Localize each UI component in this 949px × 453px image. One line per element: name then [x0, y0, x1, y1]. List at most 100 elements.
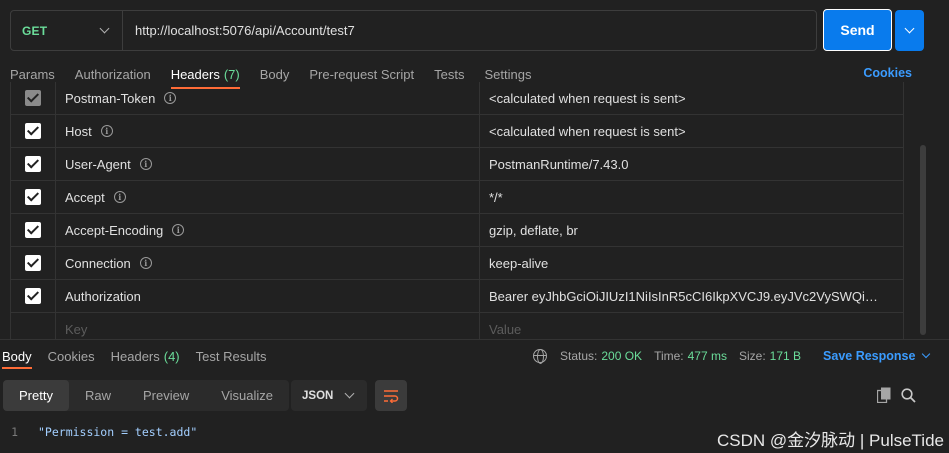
headers-table: Postman-Token i <calculated when request …: [10, 82, 904, 339]
table-row: Host i <calculated when request is sent>: [11, 115, 903, 148]
header-key: Accept: [65, 189, 105, 205]
header-key-cell[interactable]: Host i: [56, 115, 480, 147]
tab-response-body[interactable]: Body: [0, 341, 40, 371]
info-icon[interactable]: i: [139, 158, 152, 170]
header-key-cell[interactable]: Authorization: [56, 280, 480, 312]
header-key: Host: [65, 123, 92, 139]
header-key: Connection: [65, 255, 131, 271]
row-checkbox-cell: [11, 181, 56, 213]
row-checkbox[interactable]: [25, 255, 41, 271]
info-icon[interactable]: i: [100, 125, 113, 137]
header-key-cell[interactable]: User-Agent i: [56, 148, 480, 180]
send-button[interactable]: Send: [823, 9, 892, 51]
tab-label: Body: [2, 348, 32, 364]
header-key: User-Agent: [65, 156, 131, 172]
key-input[interactable]: Key: [56, 313, 480, 339]
row-checkbox-cell: [11, 82, 56, 114]
tab-label: Authorization: [74, 66, 151, 82]
row-checkbox[interactable]: [25, 156, 41, 172]
info-icon[interactable]: i: [164, 92, 177, 104]
response-tabs: Body Cookies Headers (4) Test Results: [0, 341, 280, 371]
header-value[interactable]: Bearer eyJhbGciOiJIUzI1NiIsInR5cCI6IkpXV…: [480, 289, 903, 304]
view-raw[interactable]: Raw: [69, 380, 127, 411]
row-checkbox[interactable]: [25, 123, 41, 139]
view-preview[interactable]: Preview: [127, 380, 205, 411]
table-row: Postman-Token i <calculated when request …: [11, 82, 903, 115]
table-row: Accept i */*: [11, 181, 903, 214]
header-value[interactable]: <calculated when request is sent>: [480, 91, 903, 106]
header-key: Postman-Token: [65, 90, 156, 106]
vertical-scrollbar[interactable]: [920, 145, 926, 335]
tab-label: Settings: [484, 66, 532, 82]
row-checkbox[interactable]: [25, 90, 41, 106]
header-key-cell[interactable]: Postman-Token i: [56, 82, 480, 114]
table-row: Authorization Bearer eyJhbGciOiJIUzI1NiI…: [11, 280, 903, 313]
url-input[interactable]: [123, 11, 816, 50]
header-key-cell[interactable]: Connection i: [56, 247, 480, 279]
info-icon[interactable]: i: [113, 191, 126, 203]
header-key: Accept-Encoding: [65, 222, 164, 238]
tab-test-results[interactable]: Test Results: [194, 341, 275, 371]
row-checkbox[interactable]: [25, 222, 41, 238]
copy-icon[interactable]: [877, 387, 891, 403]
header-value[interactable]: <calculated when request is sent>: [480, 124, 903, 139]
chevron-down-icon: [99, 23, 110, 34]
header-value[interactable]: PostmanRuntime/7.43.0: [480, 157, 903, 172]
time-value[interactable]: 477 ms: [688, 349, 727, 363]
header-value[interactable]: gzip, deflate, br: [480, 223, 903, 238]
status-value[interactable]: 200 OK: [601, 349, 642, 363]
send-options-button[interactable]: [895, 10, 924, 51]
tab-label: Pre-request Script: [309, 66, 415, 82]
method-label: GET: [22, 23, 48, 38]
tab-count: (7): [223, 66, 240, 82]
size-label: Size:: [738, 349, 766, 363]
header-value[interactable]: */*: [480, 190, 903, 205]
chevron-down-icon: [344, 388, 355, 399]
info-icon[interactable]: i: [172, 224, 185, 236]
tab-label: Test Results: [195, 348, 267, 364]
tab-response-cookies[interactable]: Cookies: [46, 341, 103, 371]
method-select[interactable]: GET: [11, 11, 123, 50]
wrap-lines-icon: [384, 389, 399, 403]
table-row: Connection i keep-alive: [11, 247, 903, 280]
view-visualize[interactable]: Visualize: [205, 380, 289, 411]
tab-label: Params: [10, 66, 55, 82]
code-text[interactable]: "Permission = test.add": [38, 425, 197, 439]
format-select[interactable]: JSON: [291, 380, 367, 411]
header-key-cell[interactable]: Accept-Encoding i: [56, 214, 480, 246]
tab-label: Body: [259, 66, 290, 82]
view-pretty[interactable]: Pretty: [3, 380, 69, 411]
row-checkbox[interactable]: [25, 189, 41, 205]
header-value[interactable]: keep-alive: [480, 256, 903, 271]
info-icon[interactable]: i: [139, 257, 152, 269]
response-status: Status: 200 OK Time: 477 ms Size: 171 B …: [533, 341, 931, 371]
row-checkbox[interactable]: [25, 288, 41, 304]
globe-icon[interactable]: [533, 349, 547, 364]
status-label: Status:: [560, 349, 598, 363]
pane-divider[interactable]: [0, 339, 949, 340]
watermark: CSDN @金汐脉动 | PulseTide: [717, 431, 944, 450]
header-key-cell[interactable]: Accept i: [56, 181, 480, 213]
new-header-row: Key Value: [11, 313, 903, 339]
save-response-button[interactable]: Save Response: [823, 349, 931, 363]
value-input[interactable]: Value: [480, 322, 903, 337]
cookies-link[interactable]: Cookies: [863, 66, 912, 80]
tab-response-headers[interactable]: Headers (4): [109, 341, 188, 371]
tab-count: (4): [163, 348, 180, 364]
save-response-label: Save Response: [823, 349, 916, 363]
row-checkbox-cell: [11, 313, 56, 339]
line-number: 1: [11, 425, 18, 439]
view-mode-selector: Pretty Raw Preview Visualize: [3, 380, 290, 411]
table-row: Accept-Encoding i gzip, deflate, br: [11, 214, 903, 247]
header-key: Authorization: [65, 288, 141, 304]
time-label: Time:: [654, 349, 684, 363]
url-bar: GET: [10, 10, 817, 51]
chevron-down-icon: [904, 23, 915, 34]
chevron-down-icon: [922, 349, 931, 359]
wrap-lines-button[interactable]: [375, 380, 407, 411]
response-code-line: 1 "Permission = test.add": [0, 423, 197, 441]
tab-label: Cookies: [47, 348, 95, 364]
search-icon[interactable]: [901, 388, 916, 403]
size-value[interactable]: 171 B: [770, 349, 801, 363]
tab-label: Headers: [110, 348, 160, 364]
